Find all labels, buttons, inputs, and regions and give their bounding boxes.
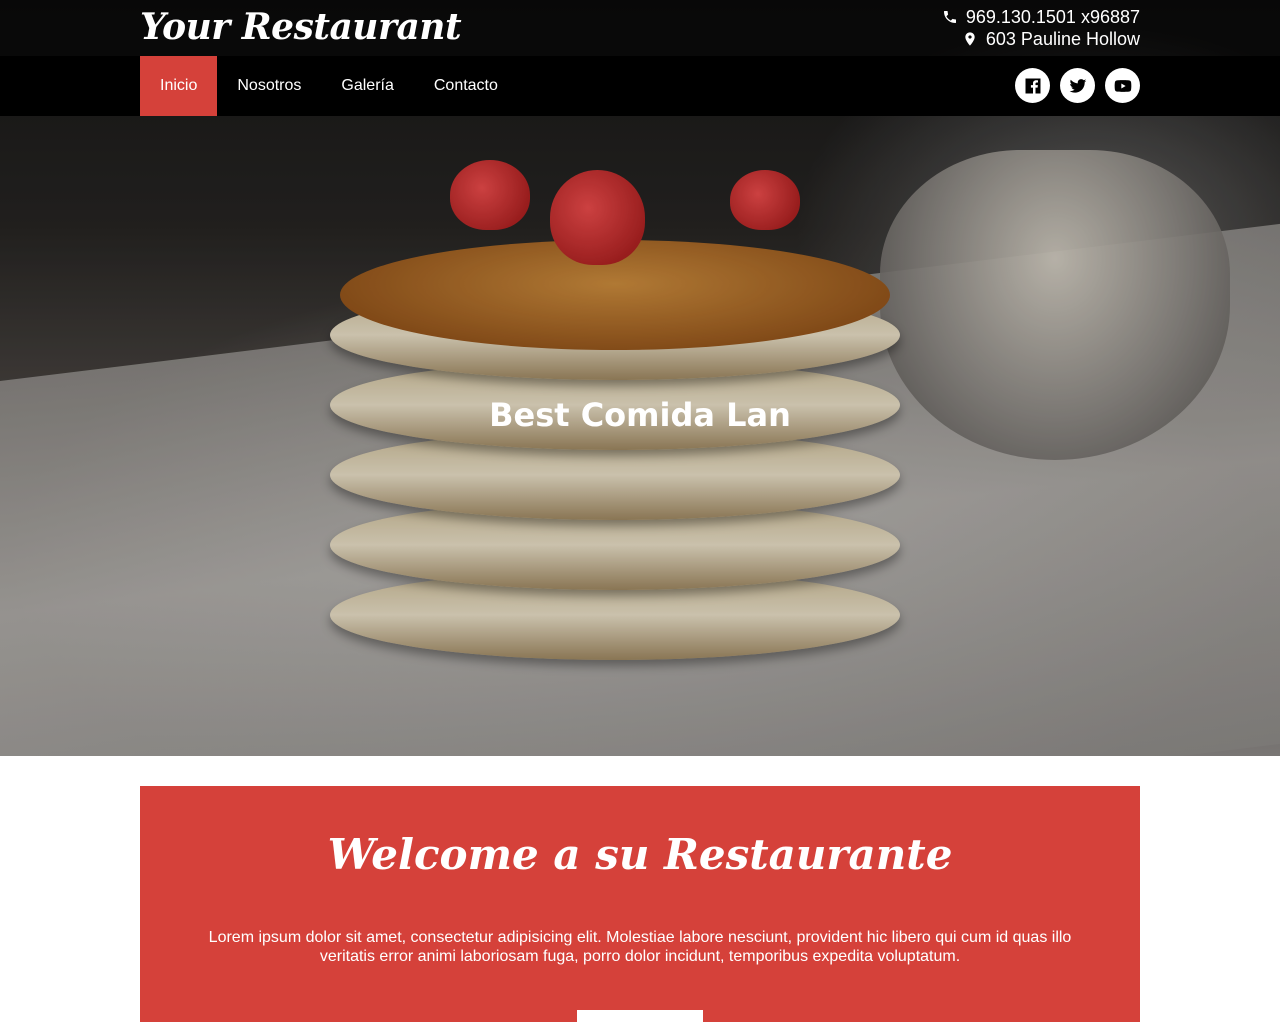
facebook-icon (1025, 78, 1040, 93)
facebook-button[interactable] (1015, 68, 1050, 103)
welcome-text: Lorem ipsum dolor sit amet, consectetur … (208, 929, 1072, 965)
top-bar: Your Restaurant 969.130.1501 x96887 603 … (0, 0, 1280, 56)
welcome-title: Welcome a su Restaurante (327, 830, 953, 879)
nav-item-nosotros[interactable]: Nosotros (217, 56, 321, 116)
contact-phone: 969.130.1501 x96887 (942, 6, 1140, 28)
contact-address: 603 Pauline Hollow (942, 28, 1140, 50)
nav-item-contacto[interactable]: Contacto (414, 56, 518, 116)
youtube-icon (1114, 79, 1131, 92)
phone-number[interactable]: 969.130.1501 x96887 (966, 6, 1140, 28)
contact-info: 969.130.1501 x96887 603 Pauline Hollow (942, 6, 1140, 50)
hero-title: Best Comida Lan (489, 396, 791, 434)
nav-item-inicio[interactable]: Inicio (140, 56, 218, 116)
brand-logo[interactable]: Your Restaurant (140, 6, 462, 48)
nav-item-galeria[interactable]: Galería (321, 56, 413, 116)
social-links (1005, 68, 1140, 103)
phone-icon (943, 11, 956, 23)
twitter-button[interactable] (1060, 68, 1095, 103)
address-text: 603 Pauline Hollow (985, 29, 1140, 49)
twitter-icon (1069, 78, 1086, 93)
welcome-button[interactable] (577, 1010, 703, 1022)
youtube-button[interactable] (1105, 68, 1140, 103)
nav-menu: Inicio Nosotros Galería Contacto (140, 56, 518, 116)
main-navbar: Inicio Nosotros Galería Contacto (0, 56, 1280, 116)
map-marker-icon (965, 32, 975, 46)
welcome-section: Welcome a su Restaurante Lorem ipsum dol… (140, 786, 1140, 1022)
